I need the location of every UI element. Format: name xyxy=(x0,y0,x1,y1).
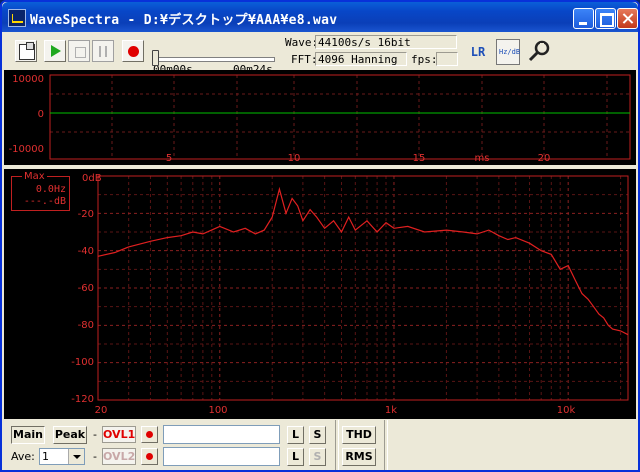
close-button[interactable] xyxy=(617,8,638,29)
thd-button[interactable]: THD xyxy=(342,426,376,444)
stop-icon xyxy=(75,47,86,58)
ovl1-indicator: OVL1 xyxy=(102,426,136,443)
open-file-icon xyxy=(19,42,35,60)
play-icon xyxy=(51,45,61,57)
wave-ytick: -10000 xyxy=(9,144,44,155)
open-file-button[interactable] xyxy=(15,40,37,62)
spec-ytick: -20 xyxy=(78,209,94,220)
peak-frequency: 0.0Hz xyxy=(35,184,66,195)
wave-xtick: 5 xyxy=(166,153,172,164)
wave-ytick: 0 xyxy=(38,109,44,120)
chevron-down-icon[interactable] xyxy=(68,449,84,464)
play-button[interactable] xyxy=(44,40,66,62)
peak-readout-box: Max 0.0Hz ---.-dB xyxy=(11,171,70,211)
spec-ytick: -120 xyxy=(71,394,94,405)
fft-label: FFT: xyxy=(291,53,318,66)
title-bar[interactable]: WaveSpectra - D:¥デスクトップ¥AAA¥e8.wav xyxy=(2,2,638,32)
spectrum-y-unit: 0dB xyxy=(82,173,102,184)
fft-settings-value: 4096 Hanning xyxy=(315,52,407,66)
wave-xtick: 15 xyxy=(413,153,426,164)
record-button[interactable] xyxy=(122,40,144,62)
wave-xtick: 20 xyxy=(538,153,551,164)
peak-level: ---.-dB xyxy=(23,196,66,207)
waveform-panel[interactable]: 10000 0 -10000 5 10 15 ms 20 xyxy=(4,70,636,165)
bottom-divider xyxy=(384,420,388,470)
ovl2-indicator: OVL2 xyxy=(102,448,136,465)
record-icon xyxy=(128,46,139,57)
wave-format-value: 44100s/s 16bit Stereo xyxy=(315,35,457,63)
spec-ytick: -40 xyxy=(78,246,94,257)
dash: - xyxy=(93,450,97,463)
averaging-label: Ave: xyxy=(11,450,35,463)
settings-wrench-icon[interactable] xyxy=(527,40,551,64)
s-button-2[interactable]: S xyxy=(309,448,326,466)
spectrum-panel[interactable]: 0dB -20 -40 -60 -80 -100 -120 20 100 1k … xyxy=(4,169,636,419)
l-button-1[interactable]: L xyxy=(287,426,304,444)
spec-xtick: 20 xyxy=(95,405,108,416)
lr-channel-button[interactable]: LR xyxy=(467,41,489,63)
playback-slider-track[interactable] xyxy=(155,57,275,62)
spec-ytick: -60 xyxy=(78,283,94,294)
wave-xtick: 10 xyxy=(288,153,301,164)
fps-value xyxy=(436,52,458,66)
lr-label: LR xyxy=(470,45,486,59)
hz-db-label: Hz/dB xyxy=(499,48,521,56)
pause-icon xyxy=(99,46,107,57)
window-title: WaveSpectra - D:¥デスクトップ¥AAA¥e8.wav xyxy=(30,13,338,28)
averaging-select[interactable]: 1 xyxy=(39,448,85,465)
spec-ytick: -80 xyxy=(78,320,94,331)
rms-button[interactable]: RMS xyxy=(342,448,376,466)
main-button[interactable]: Main xyxy=(11,426,45,444)
peak-button[interactable]: Peak xyxy=(53,426,87,444)
channel1-text-field[interactable] xyxy=(163,425,280,444)
record-ch2-button[interactable] xyxy=(141,448,158,465)
playback-slider-thumb[interactable] xyxy=(152,50,159,66)
wave-x-unit: ms xyxy=(475,153,490,164)
minimize-button[interactable] xyxy=(573,8,594,29)
record-ch1-button[interactable] xyxy=(141,426,158,443)
peak-readout-title: Max xyxy=(22,171,47,182)
wave-label: Wave: xyxy=(285,36,319,49)
app-icon xyxy=(8,9,26,27)
s-button-1[interactable]: S xyxy=(309,426,326,444)
spec-xtick: 1k xyxy=(385,405,397,416)
main-window: WaveSpectra - D:¥デスクトップ¥AAA¥e8.wav 00m00… xyxy=(0,0,640,472)
pause-button[interactable] xyxy=(92,40,114,62)
spec-xtick: 100 xyxy=(208,405,227,416)
spec-xtick: 10k xyxy=(557,405,576,416)
hz-db-button[interactable]: Hz/dB xyxy=(496,39,520,65)
bottom-divider xyxy=(335,420,339,470)
stop-button[interactable] xyxy=(68,40,90,62)
dash: - xyxy=(93,428,97,441)
wave-ytick: 10000 xyxy=(12,74,44,85)
maximize-button[interactable] xyxy=(595,8,616,29)
l-button-2[interactable]: L xyxy=(287,448,304,466)
averaging-value: 1 xyxy=(42,450,49,463)
channel2-text-field[interactable] xyxy=(163,447,280,466)
spec-ytick: -100 xyxy=(71,357,94,368)
fps-label: fps: xyxy=(411,53,438,66)
